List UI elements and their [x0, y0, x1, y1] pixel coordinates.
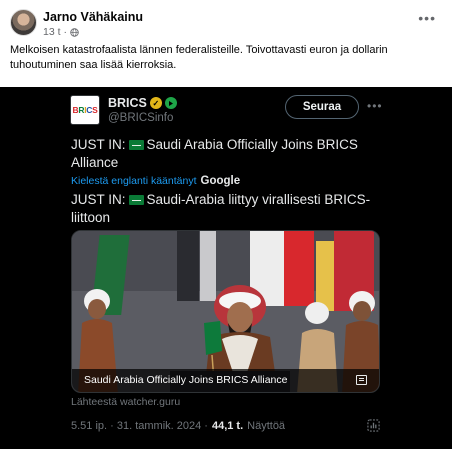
post-meta: 13 t ·: [43, 26, 79, 38]
more-horizontal-icon[interactable]: •••: [418, 10, 436, 26]
tweet-text-translated: JUST IN: Saudi-Arabia liittyy virallisest…: [71, 192, 371, 225]
tweet-author-name[interactable]: BRICS ✓: [108, 96, 177, 110]
tweet-more-icon[interactable]: •••: [367, 99, 383, 113]
google-logo: Google: [200, 175, 241, 187]
card-title: Saudi Arabia Officially Joins BRICS Alli…: [84, 374, 288, 386]
saudi-flag-icon: [128, 195, 144, 205]
post-text: Melkoisen katastrofaalista lännen federa…: [10, 44, 388, 71]
views-label: Näyttöä: [247, 420, 286, 432]
article-icon: [356, 375, 367, 385]
brics-logo[interactable]: BRICS: [70, 95, 100, 125]
follow-button[interactable]: Seuraa: [285, 95, 359, 119]
avatar[interactable]: [10, 9, 37, 36]
views-count: 44,1 t.: [211, 420, 244, 432]
tweet-timestamp[interactable]: 5.51 ip. · 31. tammik. 2024 ·: [71, 420, 208, 432]
link-card[interactable]: Saudi Arabia Officially Joins BRICS Alli…: [71, 230, 380, 393]
analytics-icon[interactable]: [367, 419, 380, 432]
translation-note[interactable]: Kielestä englanti kääntänyt Google: [71, 175, 240, 187]
author-name[interactable]: Jarno Vähäkainu: [43, 10, 143, 24]
tweet-text-original: JUST IN: Saudi Arabia Officially Joins BR…: [71, 137, 358, 170]
link-source[interactable]: Lähteestä watcher.guru: [71, 396, 180, 408]
card-title-bar: Saudi Arabia Officially Joins BRICS Alli…: [72, 369, 379, 392]
embedded-tweet[interactable]: BRICS BRICS ✓ @BRICSinfo Seuraa ••• JUST…: [0, 87, 452, 449]
tweet-author-label: BRICS: [108, 96, 147, 110]
facebook-post-header: Jarno Vähäkainu 13 t · ••• Melkoisen kat…: [0, 0, 452, 87]
post-time[interactable]: 13 t: [43, 26, 61, 38]
saudi-flag-icon: [128, 140, 144, 150]
translation-label: Kielestä englanti kääntänyt: [71, 175, 197, 187]
verified-badge-icon: ✓: [149, 97, 162, 109]
tweet-author-handle[interactable]: @BRICSinfo: [108, 112, 173, 124]
globe-icon: [70, 27, 79, 37]
affiliate-badge-icon: [164, 97, 177, 109]
tweet-footer: 5.51 ip. · 31. tammik. 2024 · 44,1 t. Nä…: [71, 420, 285, 432]
meta-separator: ·: [63, 26, 68, 38]
